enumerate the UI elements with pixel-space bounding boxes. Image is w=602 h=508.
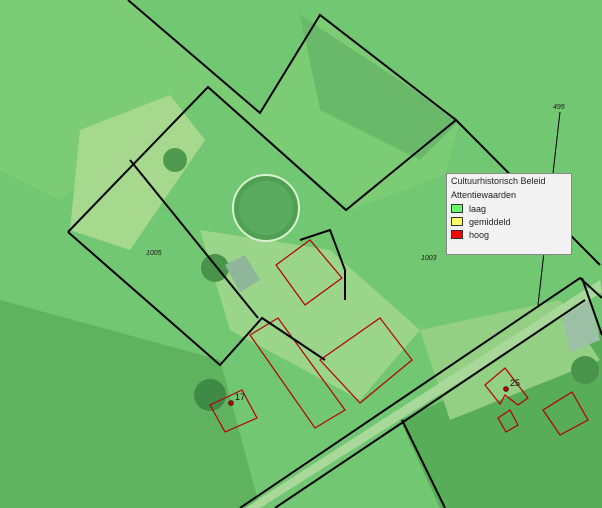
legend-label: hoog <box>469 229 490 240</box>
legend-swatch <box>451 204 463 213</box>
legend-item-gemiddeld: gemiddeld <box>451 215 567 228</box>
parcel-label: 1003 <box>421 255 437 262</box>
tree <box>163 148 187 172</box>
legend-item-hoog: hoog <box>451 228 567 241</box>
legend-swatch <box>451 217 463 226</box>
legend-subtitle: Attentiewaarden <box>451 190 517 200</box>
house-marker[interactable] <box>228 400 234 406</box>
legend-label: laag <box>469 203 487 214</box>
silo-inner <box>239 181 293 235</box>
legend-title: Cultuurhistorisch Beleid <box>451 176 546 186</box>
house-number-label: 17 <box>235 392 245 402</box>
legend-label: gemiddeld <box>469 216 511 227</box>
legend-item-laag: laag <box>451 202 567 215</box>
tree <box>571 356 599 384</box>
legend-swatch <box>451 230 463 239</box>
parcel-label: 495 <box>553 104 565 111</box>
house-number-label: 25 <box>510 378 520 388</box>
parcel-label: 1005 <box>146 250 162 257</box>
map-legend: Cultuurhistorisch Beleid Attentiewaarden… <box>446 173 572 255</box>
house-marker[interactable] <box>503 386 509 392</box>
